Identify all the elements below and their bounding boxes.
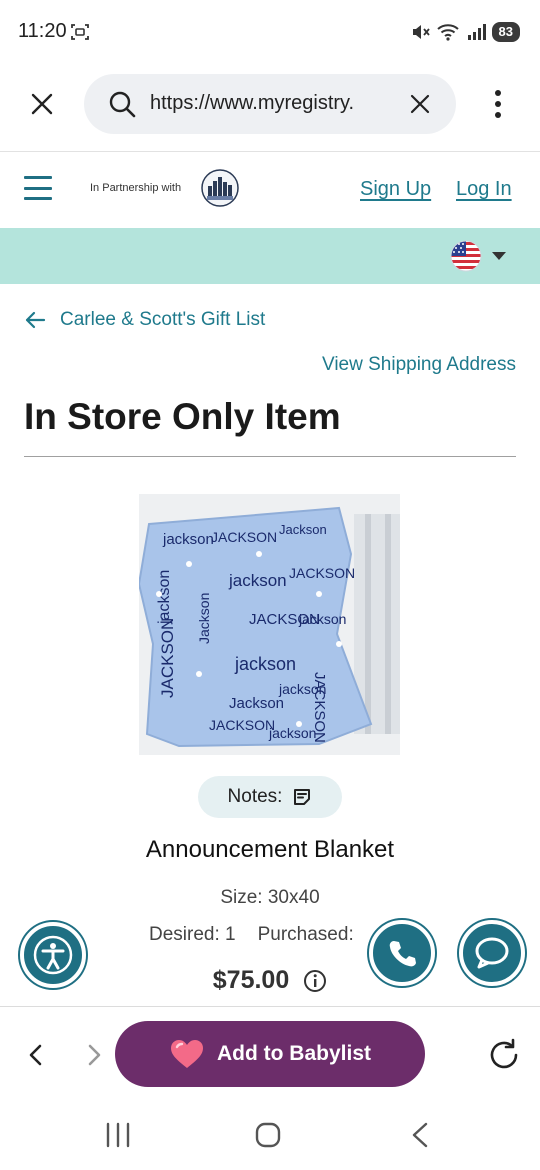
info-icon[interactable] (303, 969, 327, 993)
back-link-label: Carlee & Scott's Gift List (60, 309, 266, 330)
blanket-star (156, 591, 162, 597)
blanket-word: Jackson (229, 695, 284, 712)
back-to-gift-list-link[interactable]: Carlee & Scott's Gift List (24, 306, 265, 334)
hamburger-line (24, 186, 52, 190)
hamburger-line (24, 176, 52, 179)
title-divider (24, 456, 516, 457)
phone-icon (389, 941, 416, 967)
chat-button[interactable] (459, 920, 525, 986)
sign-up-link[interactable]: Sign Up (360, 178, 431, 201)
system-navigation-bar (0, 1102, 540, 1170)
bottom-toolbar: Add to Babylist (0, 1006, 540, 1102)
status-time: 11:20 (18, 20, 67, 42)
screenshot-icon (71, 24, 89, 40)
chat-bubble-icon (475, 937, 509, 969)
blanket-word: JACKSON (211, 529, 277, 545)
back-icon[interactable] (22, 1041, 50, 1069)
wifi-icon (436, 24, 459, 41)
site-header: In Partnership with Sign Up Log In (0, 152, 540, 228)
blanket-star (256, 551, 262, 557)
blanket-word: jackson (234, 654, 296, 674)
notes-label: Notes: (227, 786, 283, 807)
country-selector[interactable] (450, 240, 520, 272)
purchased-count: Purchased: (257, 924, 354, 945)
partnership-text: In Partnership with (90, 182, 182, 194)
recent-apps-icon[interactable] (98, 1120, 138, 1150)
call-button[interactable] (369, 920, 435, 986)
browser-menu-button[interactable] (482, 84, 514, 124)
close-icon (410, 94, 430, 114)
url-bar[interactable]: https://www.myregistry. (84, 74, 456, 134)
product-image[interactable]: jackson JACKSON Jackson jackson JACKSON jacks… (139, 494, 400, 755)
country-bar (0, 228, 540, 284)
blanket-illustration: jacksonJACKSON Jacksonjackson JACKSONjacks… (139, 494, 400, 755)
menu-dot-icon (495, 112, 501, 118)
blanket-star (336, 641, 342, 647)
search-icon (109, 91, 136, 118)
product-name: Announcement Blanket (145, 836, 395, 863)
page-title: In Store Only Item (24, 396, 341, 437)
blanket-star (316, 591, 322, 597)
home-icon[interactable] (248, 1120, 288, 1150)
browser-toolbar: https://www.myregistry. (0, 64, 540, 152)
blanket-word: jackson (268, 725, 316, 741)
blanket-word: jackson (228, 571, 287, 590)
reload-icon[interactable] (486, 1037, 522, 1073)
log-in-link[interactable]: Log In (456, 178, 512, 201)
view-shipping-address-link[interactable]: View Shipping Address (322, 354, 516, 376)
clear-url-button[interactable] (404, 88, 436, 120)
hamburger-line (24, 197, 52, 200)
accessibility-button[interactable] (20, 922, 86, 988)
dropdown-caret-icon (492, 252, 506, 260)
blanket-word: jackson (156, 570, 173, 625)
desired-count: Desired: 1 (149, 924, 236, 945)
product-size: Size: 30x40 (220, 887, 320, 908)
blanket-star (186, 561, 192, 567)
partner-logo (201, 169, 239, 207)
blanket-word: jackson (298, 611, 346, 627)
close-tab-button[interactable] (22, 84, 62, 124)
arrow-left-icon (25, 311, 46, 329)
blanket-word: JACKSON (158, 618, 177, 698)
menu-dot-icon (495, 101, 501, 107)
add-to-babylist-button[interactable]: Add to Babylist (115, 1021, 425, 1087)
blanket-star (296, 721, 302, 727)
status-indicators: 83 (410, 20, 520, 44)
blanket-word: Jackson (279, 522, 327, 537)
notes-button[interactable]: Notes: (198, 776, 342, 818)
mute-icon (412, 25, 430, 39)
heart-icon (170, 1040, 203, 1068)
hamburger-menu-button[interactable] (24, 176, 52, 200)
url-text[interactable]: https://www.myregistry. (150, 92, 402, 115)
system-back-icon[interactable] (400, 1120, 440, 1150)
status-bar: 11:20 83 (0, 0, 540, 64)
menu-dot-icon (495, 90, 501, 96)
close-icon (31, 93, 53, 115)
battery-indicator: 83 (491, 22, 520, 42)
accessibility-icon (33, 935, 73, 975)
babylist-button-label: Add to Babylist (216, 1042, 371, 1065)
us-flag-icon (450, 240, 482, 272)
blanket-word: JACKSON (311, 672, 328, 743)
note-icon (294, 789, 311, 805)
blanket-word: jackson (162, 531, 214, 548)
blanket-word: JACKSON (289, 565, 355, 581)
forward-icon[interactable] (80, 1041, 108, 1069)
signal-icon (467, 24, 486, 40)
blanket-star (196, 671, 202, 677)
blanket-word: JACKSON (209, 717, 275, 733)
product-price: $75.00 (212, 966, 290, 994)
desired-purchased-line: Desired: 1 Purchased: (149, 924, 354, 946)
blanket-word: Jackson (196, 593, 212, 644)
